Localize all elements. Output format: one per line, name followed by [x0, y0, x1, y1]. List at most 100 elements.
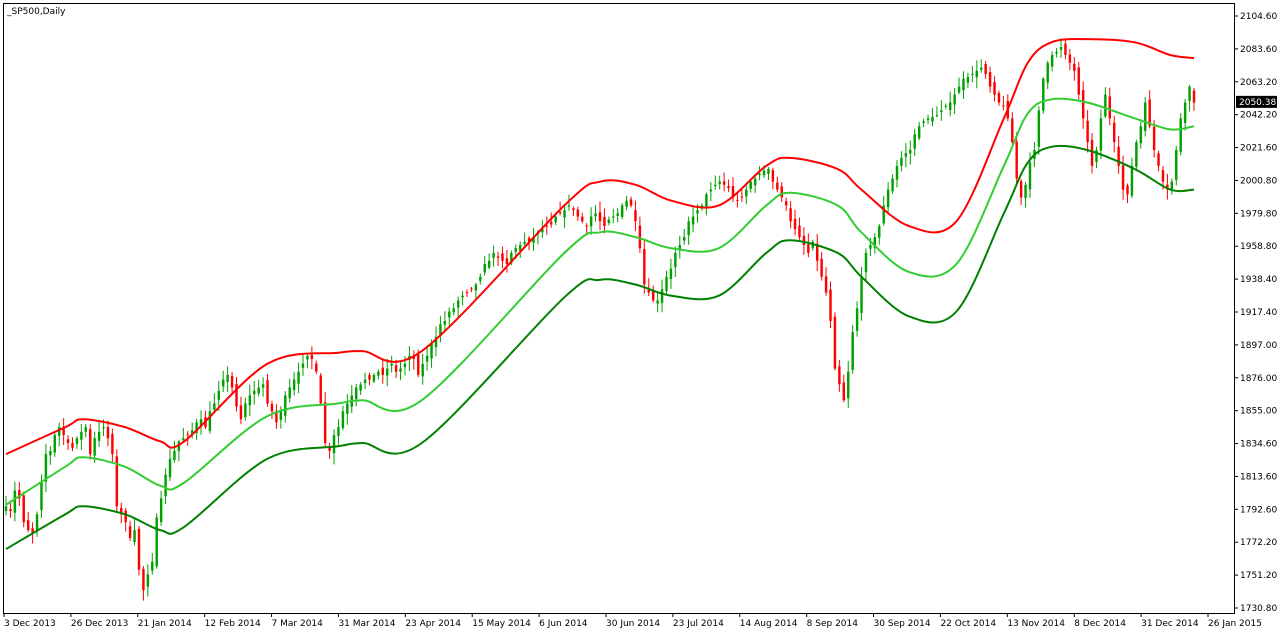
candle-body [824, 276, 828, 293]
candle-body [674, 252, 677, 268]
candle-body [102, 427, 105, 429]
candle-body [208, 411, 212, 431]
candle-body [1126, 185, 1129, 195]
candle-body [372, 374, 376, 382]
candle [1179, 113, 1182, 156]
candle-body [390, 363, 393, 366]
candle-body [226, 374, 229, 383]
candle-body [931, 116, 934, 122]
candle-body [1073, 63, 1076, 71]
y-tick-label: 1979.80 [1240, 209, 1277, 219]
candle-body [151, 561, 154, 571]
price-chart[interactable]: _SP500,Daily 2104.60 2083.60 2063.20 2042.2… [0, 0, 1280, 633]
candle-body [217, 390, 220, 400]
y-tick-label: 2021.60 [1240, 144, 1277, 154]
candle-body [753, 178, 757, 186]
candle-body [545, 225, 549, 227]
candle-body [767, 168, 770, 174]
x-tick-label: 6 Jun 2014 [539, 619, 588, 629]
candle-body [257, 387, 260, 394]
candle-body [173, 450, 176, 461]
x-tick-label: 21 Jan 2014 [138, 619, 192, 629]
x-tick-label: 30 Jun 2014 [606, 619, 660, 629]
candle-body [1059, 47, 1063, 50]
y-tick-label: 2042.20 [1240, 111, 1277, 121]
candle [1042, 77, 1045, 114]
candle-body [869, 245, 872, 249]
candle-body [53, 435, 56, 453]
candle-body [288, 387, 291, 399]
candle-body [1081, 90, 1085, 119]
candle-body [1108, 96, 1111, 119]
candle-body [155, 517, 158, 567]
candle-body [771, 170, 775, 182]
candle-body [855, 308, 859, 331]
candle-body [988, 72, 992, 87]
candle-body [620, 205, 624, 217]
candle-body [687, 221, 690, 236]
candle-body [341, 411, 345, 429]
candle-body [780, 186, 783, 198]
candle-body [762, 170, 766, 176]
candle-body [922, 121, 925, 123]
candle-body [563, 210, 566, 218]
candle-body [1157, 153, 1160, 166]
candle [155, 513, 158, 569]
candle-body [1144, 102, 1147, 131]
candle [1135, 139, 1138, 172]
candle-body [363, 379, 367, 383]
candle-body [842, 382, 846, 401]
x-tick-label: 26 Dec 2013 [71, 619, 129, 629]
candle-body [1104, 94, 1107, 117]
candle-body [891, 178, 894, 192]
candle-body [886, 189, 890, 208]
candle-body [319, 375, 322, 404]
candle-body [833, 316, 837, 369]
candle-body [576, 209, 580, 217]
candle-body [1086, 120, 1089, 143]
candle-body [97, 431, 101, 441]
candle-body [598, 212, 602, 222]
y-tick-label: 1834.60 [1240, 440, 1277, 450]
candle-body [164, 474, 167, 497]
candle-body [909, 149, 912, 154]
candle-body [443, 321, 447, 325]
candle-body [926, 118, 930, 120]
candle [851, 325, 854, 374]
candle-body [975, 70, 979, 78]
candle-body [718, 181, 721, 185]
candle-body [448, 311, 451, 318]
candle-body [709, 189, 713, 192]
candle-body [1161, 170, 1165, 182]
candle-body [270, 403, 274, 412]
candle [115, 449, 119, 512]
candle-body [35, 514, 39, 531]
candle-body [244, 403, 247, 418]
candle-body [1028, 162, 1032, 190]
candle-body [248, 395, 252, 406]
candle-body [425, 355, 429, 362]
candle-body [1077, 67, 1080, 95]
x-tick-label: 31 Dec 2014 [1141, 619, 1199, 629]
candle-body [13, 490, 17, 513]
candle-body [705, 194, 708, 209]
candle-body [346, 403, 349, 414]
candle-body [629, 199, 633, 206]
y-tick-label: 1813.60 [1240, 472, 1277, 482]
candle-body [1019, 181, 1023, 198]
candle-body [572, 208, 575, 211]
candle-body [523, 241, 526, 244]
candle-body [900, 157, 903, 166]
candle-body [851, 332, 854, 370]
candle-body [1152, 126, 1156, 150]
x-tick-label: 15 May 2014 [472, 619, 531, 629]
candle-body [315, 363, 318, 372]
candle-body [913, 134, 916, 149]
candle-body [49, 450, 52, 456]
candle-body [993, 82, 996, 95]
candle-body [461, 295, 464, 298]
candle-body [847, 371, 850, 399]
x-tick-label: 31 Mar 2014 [338, 619, 395, 629]
candle-body [354, 387, 358, 400]
candle-body [297, 371, 300, 384]
